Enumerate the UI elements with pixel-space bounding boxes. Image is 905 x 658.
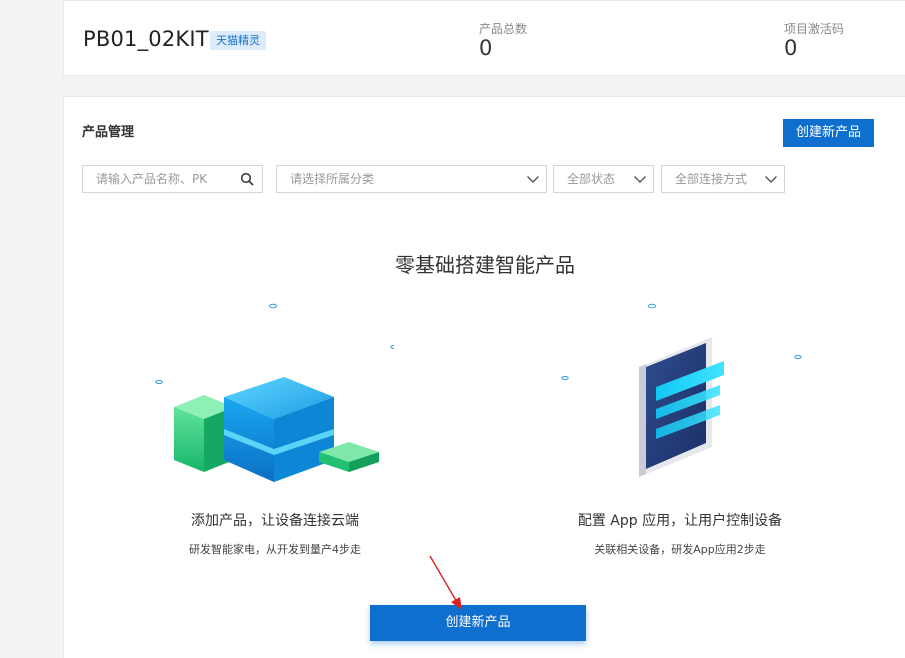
annotation-arrow xyxy=(429,555,462,610)
step-configure-app-subtitle: 关联相关设备，研发App应用2步走 xyxy=(594,543,766,556)
create-product-main-button[interactable]: 创建新产品 xyxy=(370,605,586,641)
add-product-illustration xyxy=(155,303,394,482)
configure-app-illustration xyxy=(561,303,802,477)
chevron-down-icon xyxy=(634,176,646,183)
connection-select[interactable]: 全部连接方式 xyxy=(661,165,785,193)
connection-value: 全部连接方式 xyxy=(675,172,748,186)
step-add-product-subtitle: 研发智能家电，从开发到量产4步走 xyxy=(189,543,361,556)
chevron-down-icon xyxy=(765,176,777,183)
product-count-label: 产品总数 xyxy=(479,22,528,36)
project-type-badge: 天猫精灵 xyxy=(210,31,266,50)
status-value: 全部状态 xyxy=(567,172,616,186)
create-product-button[interactable]: 创建新产品 xyxy=(783,119,874,147)
category-select[interactable]: 请选择所属分类 xyxy=(276,165,547,193)
search-placeholder: 请输入产品名称、PK xyxy=(96,172,208,186)
product-count-value: 0 xyxy=(479,36,493,60)
step-add-product-title: 添加产品，让设备连接云端 xyxy=(191,513,359,529)
search-input[interactable]: 请输入产品名称、PK xyxy=(82,165,263,193)
project-name: PB01_02KIT xyxy=(83,27,209,51)
step-configure-app-title: 配置 App 应用，让用户控制设备 xyxy=(577,513,783,529)
activation-code-value: 0 xyxy=(784,36,798,60)
empty-state-title: 零基础搭建智能产品 xyxy=(395,253,575,277)
category-placeholder: 请选择所属分类 xyxy=(290,172,375,186)
status-select[interactable]: 全部状态 xyxy=(553,165,654,193)
activation-code-label: 项目激活码 xyxy=(784,22,845,36)
search-icon[interactable] xyxy=(240,172,254,186)
product-management-card: 产品管理 创建新产品 请输入产品名称、PK 请选择所属分类 全部状态 全部连接方… xyxy=(63,96,905,658)
chevron-down-icon xyxy=(527,176,539,183)
project-header-card: PB01_02KIT 天猫精灵 产品总数 0 项目激活码 0 xyxy=(63,0,905,76)
section-title: 产品管理 xyxy=(82,125,135,140)
